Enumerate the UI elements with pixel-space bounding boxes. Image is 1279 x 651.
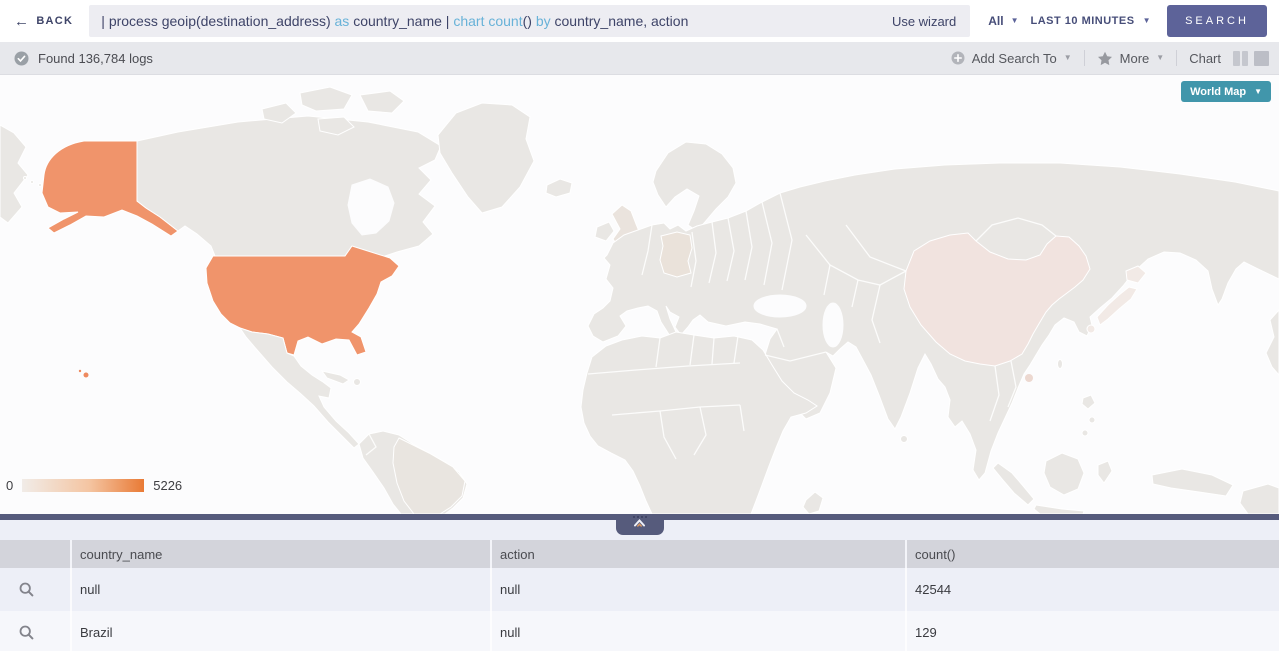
legend-min-value: 0 (6, 478, 13, 493)
column-header-count[interactable]: count() (905, 540, 1279, 568)
chevron-up-icon (633, 518, 646, 527)
country-usa[interactable] (206, 246, 399, 355)
query-text: | process geoip(destination_address) as … (101, 13, 890, 29)
back-label: BACK (36, 15, 73, 27)
table-body: null null 42544 Brazil null 129 (0, 568, 1279, 651)
full-view-icon[interactable] (1254, 51, 1269, 66)
chart-view-toggle: Chart (1189, 51, 1269, 66)
back-button[interactable]: ← BACK (14, 14, 73, 29)
use-wizard-button[interactable]: Use wizard (890, 14, 958, 29)
chart-label: Chart (1189, 51, 1221, 66)
panel-divider[interactable] (0, 514, 1279, 520)
results-toolbar: Found 136,784 logs Add Search To ▼ More … (0, 42, 1279, 75)
country-germany[interactable] (660, 232, 692, 277)
plus-circle-icon (951, 51, 965, 65)
query-token-keyword: by (536, 13, 551, 29)
country-usa-hawaii (84, 373, 89, 378)
magnifier-icon (19, 582, 34, 597)
map-type-dropdown[interactable]: World Map ▼ (1181, 81, 1271, 102)
query-token-plain: country_name | (349, 13, 453, 29)
more-label: More (1120, 51, 1150, 66)
split-view-icon[interactable] (1233, 51, 1248, 66)
log-search-app: ← BACK | process geoip(destination_addre… (0, 0, 1279, 651)
scope-label: All (988, 14, 1003, 28)
search-button[interactable]: SEARCH (1167, 5, 1267, 37)
cell-action: null (490, 611, 905, 651)
cell-country-name: null (70, 568, 490, 611)
cell-country-name: Brazil (70, 611, 490, 651)
check-circle-icon (14, 51, 29, 66)
toolbar-separator (1084, 50, 1085, 66)
time-range-dropdown[interactable]: LAST 10 MINUTES ▼ (1031, 15, 1152, 27)
cell-count: 42544 (905, 568, 1279, 611)
query-token-plain: country_name, action (551, 13, 689, 29)
legend-gradient (22, 479, 144, 492)
row-search-button[interactable] (0, 611, 70, 651)
chevron-down-icon: ▼ (1064, 54, 1072, 62)
top-bar: ← BACK | process geoip(destination_addre… (0, 0, 1279, 42)
results-status: Found 136,784 logs (14, 51, 153, 66)
world-map[interactable] (0, 75, 1279, 514)
add-search-to-dropdown[interactable]: Add Search To ▼ (951, 51, 1072, 66)
query-token-keyword: as (335, 13, 350, 29)
found-logs-text: Found 136,784 logs (38, 51, 153, 66)
continent-landmasses (0, 87, 1279, 514)
table-row[interactable]: Brazil null 129 (0, 611, 1279, 651)
map-panel: World Map ▼ 0 5226 (0, 75, 1279, 514)
search-query-input[interactable]: | process geoip(destination_address) as … (89, 5, 970, 37)
map-type-label: World Map (1190, 86, 1246, 98)
chevron-down-icon: ▼ (1011, 17, 1019, 25)
toolbar-separator (1176, 50, 1177, 66)
toolbar-actions: Add Search To ▼ More ▼ Chart (951, 50, 1269, 66)
column-header-country_name[interactable]: country_name (70, 540, 490, 568)
legend-max-value: 5226 (153, 478, 182, 493)
chevron-down-icon: ▼ (1156, 54, 1164, 62)
more-dropdown[interactable]: More ▼ (1097, 51, 1165, 66)
chevron-down-icon: ▼ (1143, 17, 1151, 25)
time-range-label: LAST 10 MINUTES (1031, 15, 1135, 27)
back-arrow-icon: ← (14, 14, 30, 29)
country-china-hainan (1025, 374, 1033, 382)
star-icon (1097, 51, 1113, 66)
cell-action: null (490, 568, 905, 611)
table-header-row: country_nameactioncount() (0, 540, 1279, 568)
collapse-handle[interactable] (616, 514, 664, 535)
query-token-plain: () (523, 13, 536, 29)
query-token-plain: | process geoip(destination_address) (101, 13, 334, 29)
scope-dropdown[interactable]: All ▼ (988, 14, 1018, 28)
cell-count: 129 (905, 611, 1279, 651)
add-search-to-label: Add Search To (972, 51, 1057, 66)
query-token-keyword: chart count (453, 13, 522, 29)
chevron-down-icon: ▼ (1254, 88, 1262, 96)
column-header-action[interactable]: action (490, 540, 905, 568)
results-table: country_nameactioncount() null null 4254… (0, 540, 1279, 651)
table-row[interactable]: null null 42544 (0, 568, 1279, 611)
header-spacer-cell (0, 540, 70, 568)
row-search-button[interactable] (0, 568, 70, 611)
magnifier-icon (19, 625, 34, 640)
map-legend: 0 5226 (6, 478, 182, 493)
